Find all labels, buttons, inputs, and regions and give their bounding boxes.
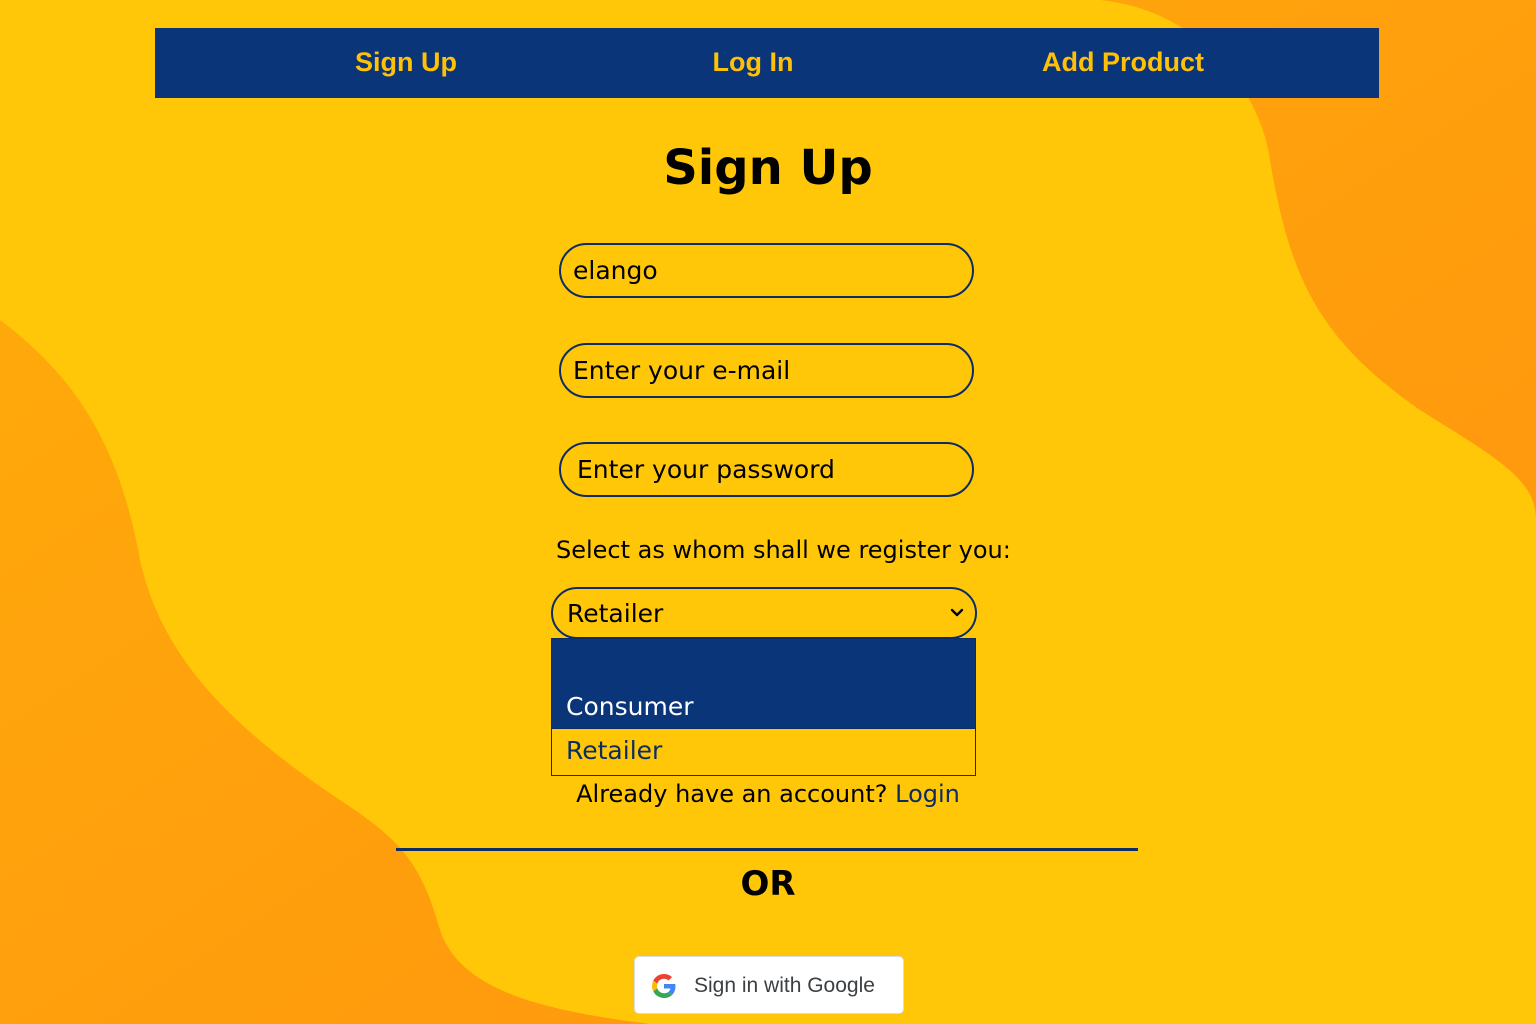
- role-option-retailer[interactable]: Retailer: [552, 728, 975, 775]
- role-select[interactable]: Retailer: [551, 587, 977, 639]
- role-option-empty[interactable]: [552, 639, 975, 683]
- name-input[interactable]: [559, 243, 974, 298]
- page-title: Sign Up: [663, 140, 873, 196]
- divider: [396, 848, 1138, 851]
- email-input[interactable]: [559, 343, 974, 398]
- login-link[interactable]: Login: [895, 780, 960, 808]
- nav-add-product-link[interactable]: Add Product: [1042, 28, 1204, 98]
- role-option-consumer[interactable]: Consumer: [552, 683, 975, 728]
- google-signin-button[interactable]: Sign in with Google: [634, 956, 904, 1014]
- chevron-down-icon: [950, 608, 964, 617]
- role-dropdown-list: Consumer Retailer: [551, 638, 976, 776]
- role-select-label: Select as whom shall we register you:: [556, 536, 1011, 564]
- role-select-value: Retailer: [567, 599, 664, 628]
- password-input[interactable]: [559, 442, 974, 497]
- nav-signup-link[interactable]: Sign Up: [355, 28, 457, 98]
- nav-login-link[interactable]: Log In: [713, 28, 794, 98]
- google-icon: [652, 974, 676, 998]
- login-prompt-text: Already have an account?: [576, 780, 888, 808]
- google-signin-label: Sign in with Google: [694, 974, 875, 997]
- top-nav: Sign Up Log In Add Product: [155, 28, 1379, 98]
- or-separator: OR: [740, 864, 796, 904]
- login-prompt: Already have an account? Login: [0, 780, 1536, 808]
